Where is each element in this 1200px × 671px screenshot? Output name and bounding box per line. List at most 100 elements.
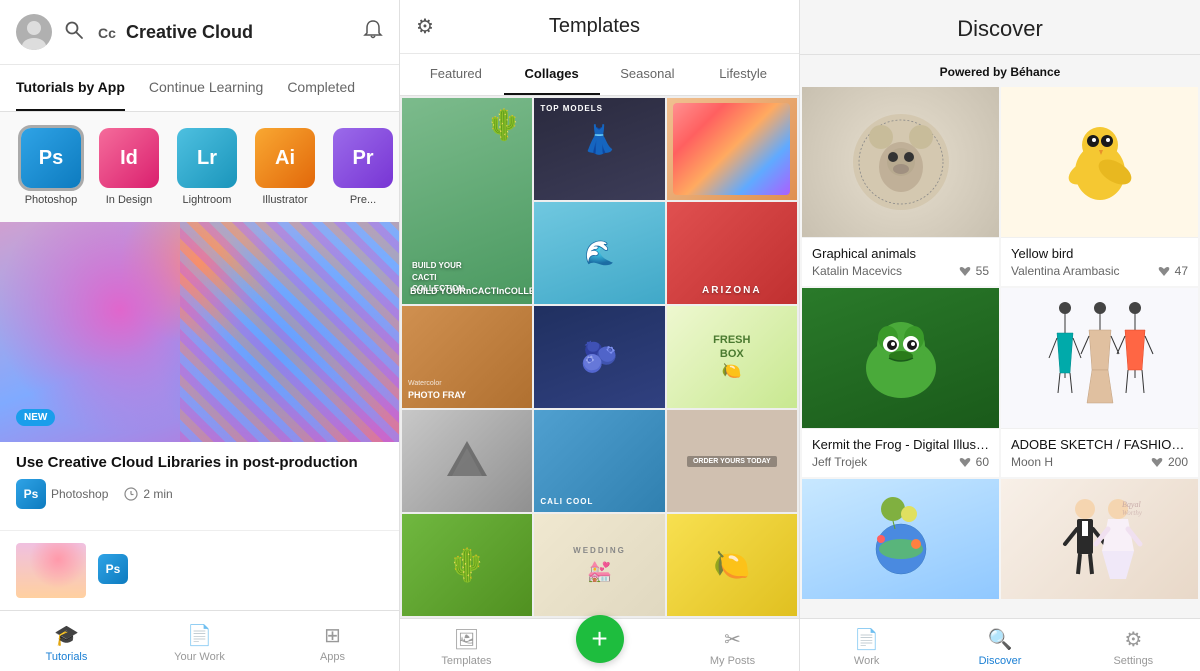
adobe-sketch-likes: 200	[1150, 455, 1188, 469]
tab-collages[interactable]: Collages	[504, 54, 600, 95]
add-button-wrap: +	[533, 631, 666, 663]
photoshop-icon-box: Ps	[21, 128, 81, 188]
bottom-nav-your-work[interactable]: 📄 Your Work	[133, 619, 266, 667]
your-work-nav-label: Your Work	[174, 651, 225, 663]
like-icon-3	[958, 456, 972, 468]
add-button[interactable]: +	[576, 615, 624, 663]
tutorial-duration: 2 min	[143, 487, 172, 501]
template-geometric[interactable]	[402, 410, 532, 512]
yellow-bird-likes: 47	[1157, 264, 1188, 278]
adobe-sketch-title: ADOBE SKETCH / FASHION I...	[1011, 437, 1188, 452]
tab-featured[interactable]: Featured	[408, 54, 504, 95]
template-order[interactable]: ORDER YOURS TODAY	[667, 410, 797, 512]
right-nav-settings[interactable]: ⚙ Settings	[1067, 627, 1200, 667]
middle-nav-my-posts[interactable]: ✂ My Posts	[666, 627, 799, 667]
discover-item-graphical-animals[interactable]: Graphical animals Katalin Macevics 55	[802, 87, 999, 286]
planet-artwork	[851, 489, 951, 589]
discover-item-planet[interactable]	[802, 479, 999, 599]
template-calicool-text: CALI COOL	[540, 497, 658, 506]
template-topmodels[interactable]: TOP MODELS 👗	[534, 98, 664, 200]
cc-logo: Cc Creative Cloud	[96, 20, 351, 44]
templates-nav-icon: 🖼	[454, 627, 479, 652]
wedding-emoji: 💒	[587, 559, 612, 584]
fashion-artwork	[1045, 298, 1155, 418]
graphical-animals-likes: 55	[958, 264, 989, 278]
template-photofray-text: WatercolorPHOTO FRAY	[408, 379, 526, 402]
like-icon-1	[958, 265, 972, 277]
tab-continue-learning[interactable]: Continue Learning	[149, 65, 263, 111]
middle-panel: ⚙ Templates Featured Collages Seasonal L…	[400, 0, 800, 671]
yellow-bird-title: Yellow bird	[1011, 246, 1188, 261]
template-color1[interactable]	[667, 98, 797, 200]
templates-grid: BUILD YOURCACTICOLLECTION 🌵 TOP MODELS 👗…	[400, 96, 799, 618]
template-topmodels-text: TOP MODELS	[534, 98, 664, 119]
kermit-title: Kermit the Frog - Digital Illust...	[812, 437, 989, 452]
search-icon[interactable]	[64, 20, 84, 45]
tutorial-title: Use Creative Cloud Libraries in post-pro…	[16, 454, 383, 471]
discover-grid: Graphical animals Katalin Macevics 55	[800, 87, 1200, 601]
bottom-nav-apps[interactable]: ⊞ Apps	[266, 619, 399, 667]
tutorial-thumb2	[16, 543, 86, 598]
discover-item-kermit[interactable]: Kermit the Frog - Digital Illust... Jeff…	[802, 288, 999, 477]
like-icon-4	[1150, 456, 1164, 468]
settings-nav-icon: ⚙	[1124, 627, 1142, 652]
discover-item-adobe-sketch[interactable]: ADOBE SKETCH / FASHION I... Moon H 200	[1001, 288, 1198, 477]
bell-icon[interactable]	[363, 19, 383, 46]
app-icon-lightroom[interactable]: Lr Lightroom	[172, 128, 242, 206]
tab-seasonal[interactable]: Seasonal	[600, 54, 696, 95]
tutorial2-badge: Ps	[98, 554, 128, 584]
right-content: Powered by Béhance	[800, 55, 1200, 618]
graphical-animals-thumb	[802, 87, 999, 237]
tutorial-app-badge: Ps	[16, 479, 46, 509]
template-lemon[interactable]: 🍋	[667, 514, 797, 616]
kermit-author: Jeff Trojek	[812, 455, 867, 469]
template-wedding-text: WEDDING	[573, 546, 626, 555]
left-bottom-nav: 🎓 Tutorials 📄 Your Work ⊞ Apps	[0, 610, 399, 671]
kermit-info: Kermit the Frog - Digital Illust... Jeff…	[802, 428, 999, 477]
freshbox-emoji: 🍋	[722, 361, 742, 381]
discover-item-yellow-bird[interactable]: Yellow bird Valentina Arambasic 47	[1001, 87, 1198, 286]
tutorial-card[interactable]: NEW Use Creative Cloud Libraries in post…	[0, 222, 399, 530]
right-bottom-nav: 📄 Work 🔍 Discover ⚙ Settings	[800, 618, 1200, 671]
avatar[interactable]	[16, 14, 52, 50]
app-icon-indesign[interactable]: Id In Design	[94, 128, 164, 206]
middle-nav-templates[interactable]: 🖼 Templates	[400, 627, 533, 667]
tab-completed[interactable]: Completed	[287, 65, 355, 111]
yellow-bird-author-row: Valentina Arambasic 47	[1011, 264, 1188, 278]
tab-lifestyle[interactable]: Lifestyle	[695, 54, 791, 95]
like-icon-2	[1157, 265, 1171, 277]
tab-tutorials-by-app[interactable]: Tutorials by App	[16, 65, 125, 111]
discover-item-wedding[interactable]: Bqyal Worthy	[1001, 479, 1198, 599]
template-wedding[interactable]: WEDDING 💒	[534, 514, 664, 616]
left-panel: Cc Creative Cloud Tutorials by App Conti…	[0, 0, 400, 671]
template-cactus2[interactable]: 🌵	[402, 514, 532, 616]
templates-nav-label: Templates	[441, 655, 491, 667]
indesign-label: In Design	[106, 194, 152, 206]
gear-icon[interactable]: ⚙	[416, 14, 434, 39]
photoshop-label: Photoshop	[25, 194, 78, 206]
kermit-artwork	[851, 308, 951, 408]
right-title: Discover	[820, 16, 1180, 42]
app-icon-premiere[interactable]: Pr Pre...	[328, 128, 398, 206]
app-icon-illustrator[interactable]: Ai Illustrator	[250, 128, 320, 206]
tutorial-card-2[interactable]: Ps	[0, 530, 399, 610]
blue-icon: 🌊	[585, 239, 615, 268]
kermit-thumb	[802, 288, 999, 428]
right-nav-discover[interactable]: 🔍 Discover	[933, 627, 1066, 667]
app-icon-photoshop[interactable]: Ps Photoshop	[16, 128, 86, 206]
tutorials-nav-label: Tutorials	[46, 651, 88, 663]
template-cactus[interactable]: BUILD YOURCACTICOLLECTION 🌵	[402, 98, 532, 304]
right-nav-work[interactable]: 📄 Work	[800, 627, 933, 667]
template-arizona[interactable]: ARIZONA	[667, 202, 797, 304]
svg-text:Worthy: Worthy	[1122, 509, 1143, 517]
template-blue[interactable]: 🌊	[534, 202, 664, 304]
new-badge: NEW	[16, 409, 55, 426]
bottom-nav-tutorials[interactable]: 🎓 Tutorials	[0, 619, 133, 667]
template-photofray[interactable]: WatercolorPHOTO FRAY	[402, 306, 532, 408]
left-tabs: Tutorials by App Continue Learning Compl…	[0, 65, 399, 112]
template-calicool[interactable]: CALI COOL	[534, 410, 664, 512]
wedding-thumb: Bqyal Worthy	[1001, 479, 1198, 599]
template-freshbox[interactable]: FRESHBOX 🍋	[667, 306, 797, 408]
template-blueberry[interactable]: 🫐	[534, 306, 664, 408]
kermit-likes: 60	[958, 455, 989, 469]
